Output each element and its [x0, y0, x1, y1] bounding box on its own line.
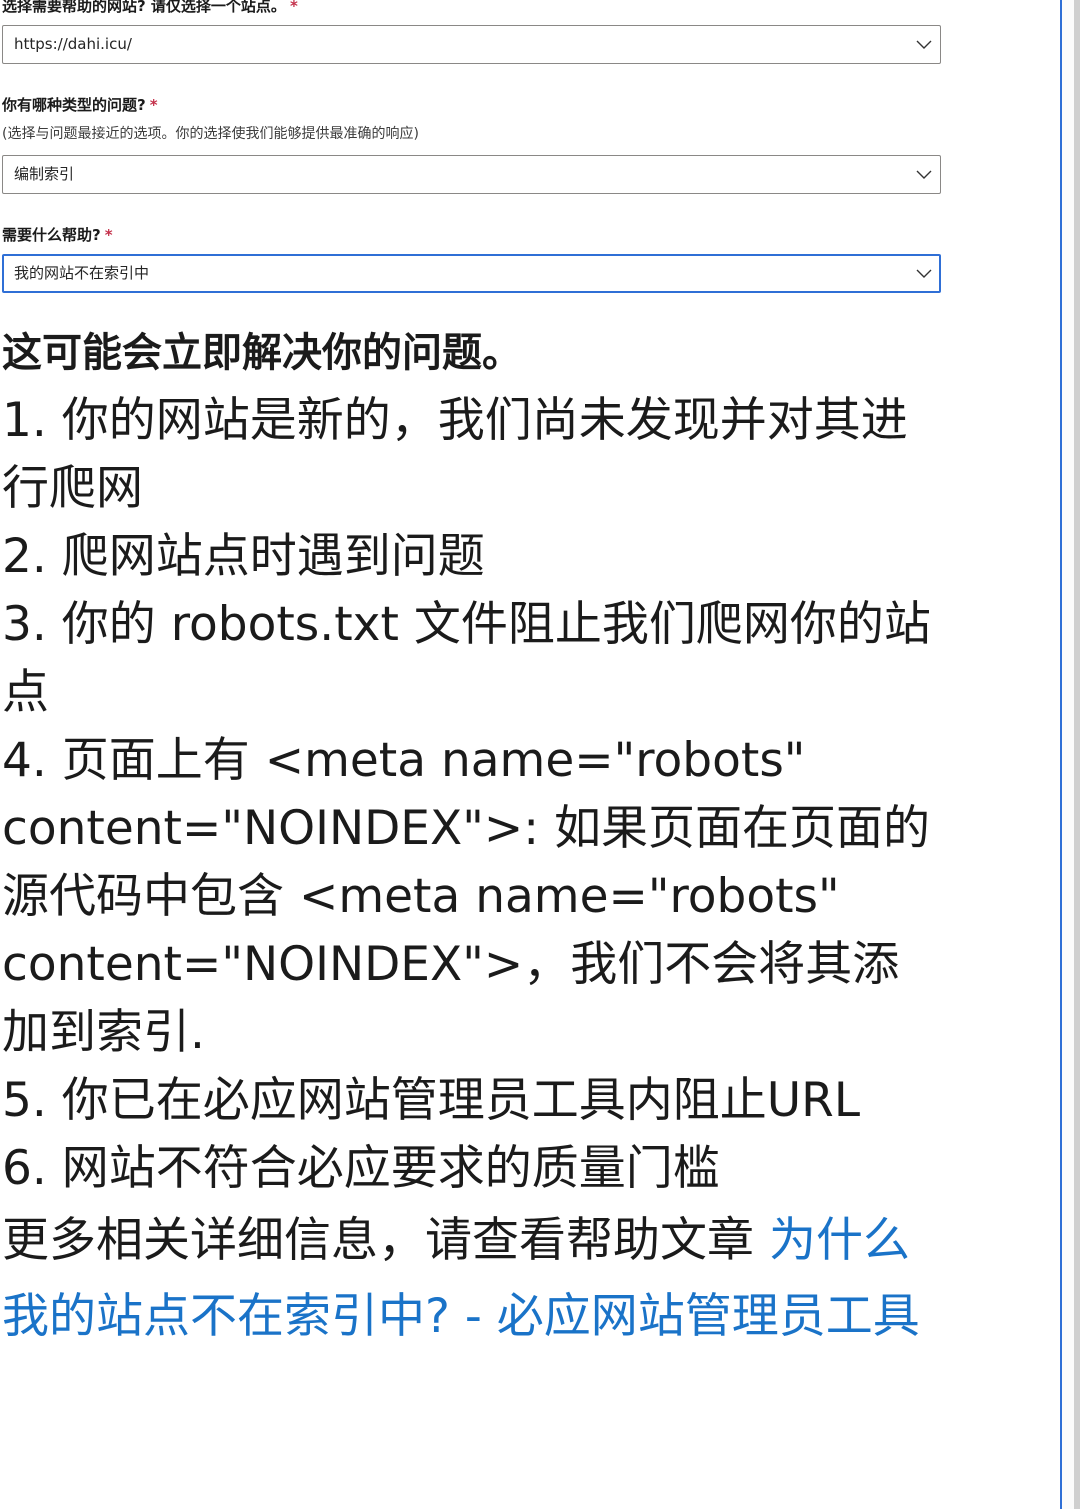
required-mark: * [149, 96, 158, 114]
required-mark: * [104, 226, 113, 244]
list-item: 4. 页面上有 <meta name="robots" content="NOI… [2, 733, 930, 1060]
scrollbar-thumb[interactable] [1074, 0, 1080, 1509]
site-select[interactable]: https://dahi.icu/ [2, 25, 941, 64]
chevron-down-icon [916, 40, 932, 49]
solution-list: 1. 你的网站是新的，我们尚未发现并对其进行爬网 2. 爬网站点时遇到问题 3.… [0, 387, 945, 1203]
help-select-value: 我的网站不在索引中 [14, 264, 150, 282]
help-label: 需要什么帮助? * [2, 226, 113, 244]
issue-type-select-value: 编制索引 [14, 165, 75, 183]
list-item: 1. 你的网站是新的，我们尚未发现并对其进行爬网 [2, 393, 908, 516]
site-label-text: 选择需要帮助的网站? 请仅选择一个站点。 [2, 0, 286, 15]
help-label-text: 需要什么帮助? [2, 226, 101, 244]
site-select-value: https://dahi.icu/ [14, 35, 132, 53]
more-info-text: 更多相关详细信息，请查看帮助文章 [2, 1213, 769, 1268]
more-info: 更多相关详细信息，请查看帮助文章 为什么我的站点不在索引中? - 必应网站管理员… [2, 1203, 945, 1355]
solution-section: 这可能会立即解决你的问题。 1. 你的网站是新的，我们尚未发现并对其进行爬网 2… [0, 327, 945, 1355]
issue-type-label: 你有哪种类型的问题? * [2, 96, 158, 114]
site-label: 选择需要帮助的网站? 请仅选择一个站点。 * [2, 0, 298, 15]
help-select[interactable]: 我的网站不在索引中 [2, 254, 941, 293]
issue-type-select[interactable]: 编制索引 [2, 155, 941, 194]
list-item: 6. 网站不符合必应要求的质量门槛 [2, 1141, 720, 1196]
list-item: 3. 你的 robots.txt 文件阻止我们爬网你的站点 [2, 597, 931, 720]
list-item: 2. 爬网站点时遇到问题 [2, 529, 485, 584]
chevron-down-icon [916, 269, 932, 278]
required-mark: * [289, 0, 298, 15]
list-item: 5. 你已在必应网站管理员工具内阻止URL [2, 1073, 861, 1128]
solution-heading: 这可能会立即解决你的问题。 [2, 330, 522, 376]
issue-type-label-text: 你有哪种类型的问题? [2, 96, 146, 114]
issue-type-hint: (选择与问题最接近的选项。你的选择使我们能够提供最准确的响应) [2, 126, 419, 142]
chevron-down-icon [916, 170, 932, 179]
